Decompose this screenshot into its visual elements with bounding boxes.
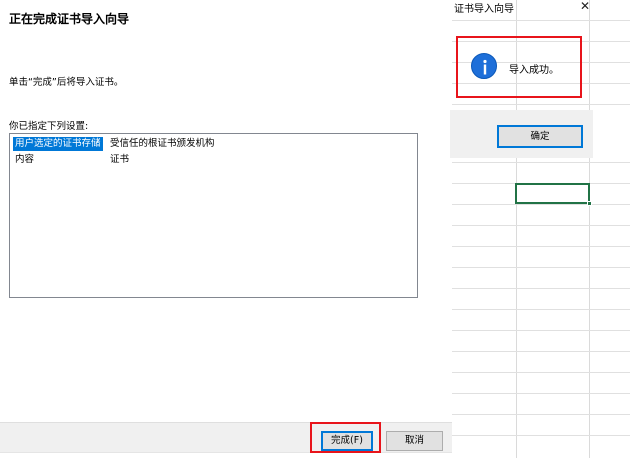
close-icon[interactable]: ✕ (580, 0, 590, 13)
selected-cell[interactable] (515, 183, 590, 204)
grid-row-line (452, 309, 630, 310)
grid-row-line (452, 435, 630, 436)
setting-value: 受信任的根证书颁发机构 (110, 138, 215, 149)
grid-column-line (589, 0, 590, 458)
grid-row-line (452, 288, 630, 289)
grid-row-line (452, 20, 630, 21)
grid-row-line (452, 393, 630, 394)
cancel-button[interactable]: 取消 (386, 431, 443, 451)
message-highlight (456, 36, 582, 98)
setting-name: 内容 (15, 154, 35, 165)
grid-row-line (452, 204, 630, 205)
grid-row-line (452, 162, 630, 163)
grid-row-line (452, 414, 630, 415)
grid-row-line (452, 246, 630, 247)
settings-list[interactable]: 用户选定的证书存储 受信任的根证书颁发机构 内容 证书 (9, 133, 418, 298)
wizard-footer (0, 422, 452, 452)
grid-row-line (452, 372, 630, 373)
message-box-title: 证书导入向导 (454, 4, 514, 15)
grid-row-line (452, 104, 630, 105)
fill-handle[interactable] (587, 201, 592, 206)
ok-button[interactable]: 确定 (497, 125, 583, 148)
grid-row-line (452, 225, 630, 226)
spreadsheet-strip (0, 452, 452, 458)
grid-row-line (452, 330, 630, 331)
settings-label: 你已指定下列设置: (9, 121, 89, 132)
instruction-text: 单击“完成”后将导入证书。 (9, 77, 124, 88)
grid-row-line (452, 351, 630, 352)
finish-button-highlight (310, 422, 381, 453)
grid-row-line (452, 267, 630, 268)
certificate-import-wizard: 正在完成证书导入向导 单击“完成”后将导入证书。 你已指定下列设置: 用户选定的… (0, 0, 452, 452)
setting-name: 用户选定的证书存储 (13, 137, 103, 151)
page-title: 正在完成证书导入向导 (9, 12, 130, 26)
setting-value: 证书 (110, 154, 130, 165)
